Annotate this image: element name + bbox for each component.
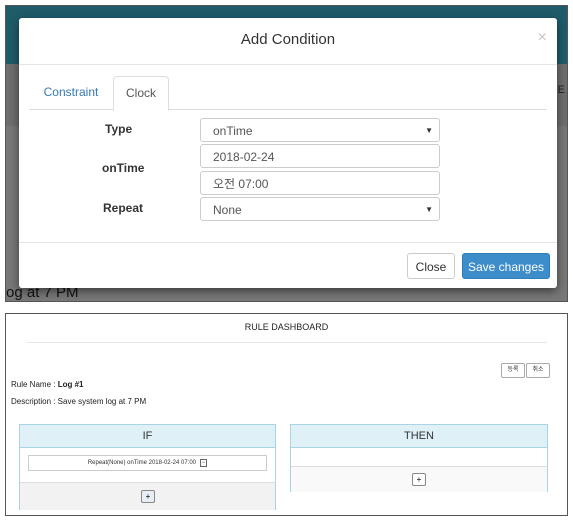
- tab-clock[interactable]: Clock: [113, 76, 169, 111]
- ontime-label: onTime: [102, 161, 145, 175]
- rule-name-value: Log #1: [57, 380, 84, 389]
- if-panel-title: IF: [20, 425, 275, 448]
- title-divider: [26, 342, 547, 343]
- chevron-down-icon: ▼: [425, 205, 433, 214]
- modal-footer: Close Save changes: [19, 242, 557, 289]
- add-condition-screenshot: HE og at 7 PM Add Condition × Constraint…: [5, 5, 568, 302]
- modal-header: Add Condition ×: [19, 18, 557, 65]
- dashboard-title: RULE DASHBOARD: [244, 322, 329, 332]
- add-condition-button[interactable]: +: [141, 490, 155, 503]
- save-changes-button[interactable]: Save changes: [462, 253, 550, 279]
- repeat-select-value: None: [213, 203, 242, 217]
- rule-name: Rule Name : Log #1: [11, 380, 83, 389]
- add-condition-modal: Add Condition × Constraint Clock Type on…: [19, 18, 557, 288]
- condition-text: Repeat(None) onTime 2018-02-24 07:00: [87, 460, 196, 466]
- close-icon[interactable]: ×: [538, 29, 547, 47]
- register-button[interactable]: 등록: [501, 363, 525, 378]
- repeat-label: Repeat: [103, 201, 144, 215]
- repeat-select[interactable]: None ▼: [200, 197, 440, 221]
- condition-tabs: Constraint Clock: [29, 76, 547, 111]
- modal-title: Add Condition: [240, 31, 336, 48]
- condition-item: Repeat(None) onTime 2018-02-24 07:00 −: [28, 455, 267, 471]
- if-panel-footer: +: [20, 482, 275, 510]
- chevron-down-icon: ▼: [425, 126, 433, 135]
- rule-description: Description : Save system log at 7 PM: [11, 397, 147, 406]
- time-input[interactable]: 오전 07:00: [200, 171, 440, 195]
- date-input-value: 2018-02-24: [213, 150, 275, 164]
- rule-dashboard-screenshot: RULE DASHBOARD 등록 취소 Rule Name : Log #1 …: [5, 313, 568, 516]
- time-input-value: 오전 07:00: [213, 177, 269, 191]
- if-panel: IF Repeat(None) onTime 2018-02-24 07:00 …: [19, 424, 276, 510]
- add-action-button[interactable]: +: [412, 473, 426, 486]
- date-input[interactable]: 2018-02-24: [200, 144, 440, 168]
- tab-constraint[interactable]: Constraint: [29, 76, 113, 109]
- then-panel-title: THEN: [291, 425, 547, 448]
- type-label: Type: [105, 122, 133, 136]
- cancel-button[interactable]: 취소: [526, 363, 550, 378]
- then-panel-footer: +: [291, 466, 547, 492]
- then-panel: THEN +: [290, 424, 548, 492]
- type-select-value: onTime: [213, 124, 253, 138]
- rule-name-label: Rule Name :: [11, 380, 58, 389]
- close-button[interactable]: Close: [407, 253, 455, 279]
- remove-condition-button[interactable]: −: [199, 459, 208, 467]
- type-select[interactable]: onTime ▼: [200, 118, 440, 142]
